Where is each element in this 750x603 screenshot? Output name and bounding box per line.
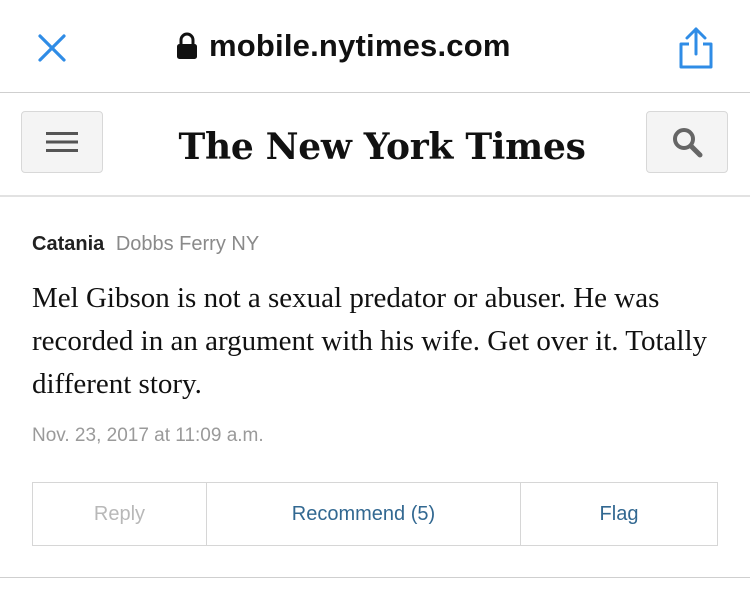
flag-button[interactable]: Flag: [521, 483, 717, 545]
share-icon: [679, 27, 713, 69]
hamburger-menu-icon: [46, 132, 78, 152]
comment-actions: Reply Recommend (5) Flag: [32, 482, 718, 546]
menu-button[interactable]: [21, 111, 103, 173]
close-button[interactable]: [32, 28, 72, 68]
comment-author: Catania: [32, 233, 105, 255]
comment-meta: Catania Dobbs Ferry NY: [32, 233, 259, 256]
divider: [0, 577, 750, 578]
comment-body: Mel Gibson is not a sexual predator or a…: [32, 282, 708, 400]
url-text: mobile.nytimes.com: [209, 28, 511, 63]
search-button[interactable]: [646, 111, 728, 173]
address-bar[interactable]: mobile.nytimes.com: [175, 22, 511, 70]
page: mobile.nytimes.com The New York Times Ca…: [0, 0, 750, 603]
nyt-logo[interactable]: The New York Times: [178, 119, 585, 175]
site-header: The New York Times: [0, 93, 750, 196]
share-button[interactable]: [670, 22, 722, 74]
lock-icon: [177, 32, 197, 59]
reply-button[interactable]: Reply: [33, 483, 207, 545]
comment-timestamp: Nov. 23, 2017 at 11:09 a.m.: [32, 425, 264, 446]
search-icon: [673, 128, 703, 158]
close-icon: [38, 34, 66, 62]
comment: Catania Dobbs Ferry NY Mel Gibson is not…: [0, 197, 750, 577]
recommend-button[interactable]: Recommend (5): [207, 483, 521, 545]
browser-bar: mobile.nytimes.com: [0, 0, 750, 92]
comment-location: Dobbs Ferry NY: [115, 233, 260, 255]
